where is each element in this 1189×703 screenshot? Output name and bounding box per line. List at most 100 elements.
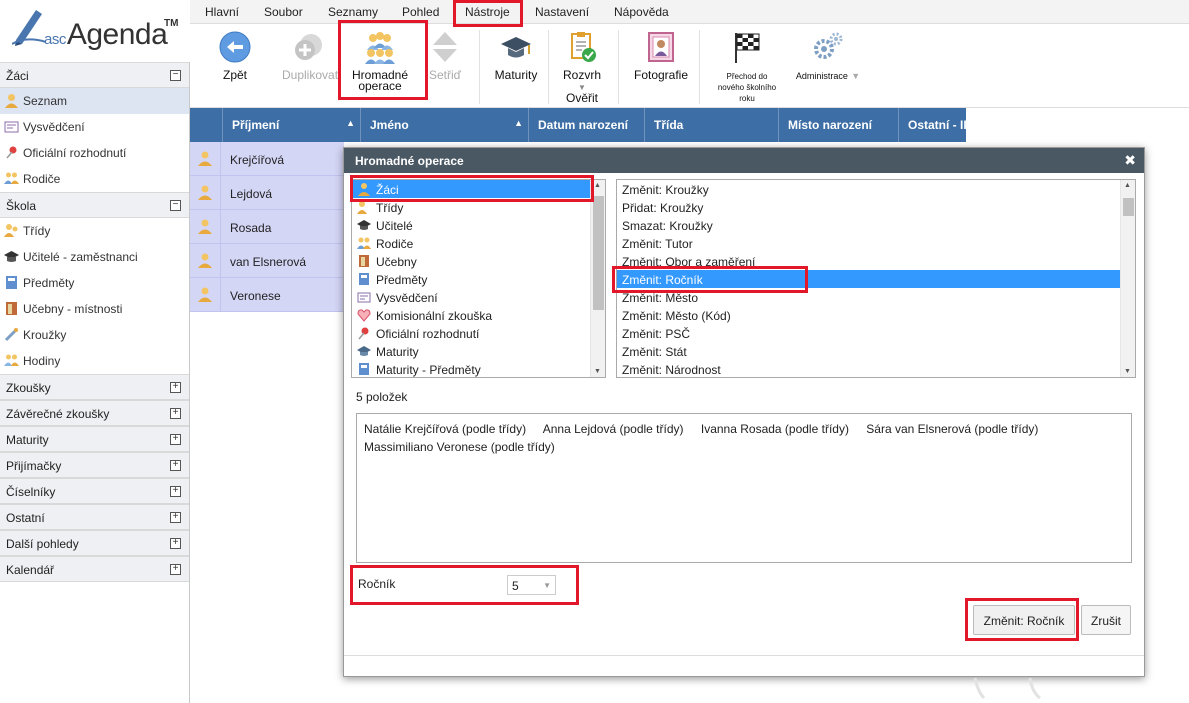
sidebar-item-rodice[interactable]: Rodiče bbox=[0, 166, 189, 192]
sidebar-item-vysvedceni[interactable]: Vysvědčení bbox=[0, 114, 189, 140]
table-row[interactable]: Veronese bbox=[190, 278, 344, 312]
menu-pohled[interactable]: Pohled bbox=[402, 5, 439, 19]
operation-list[interactable]: Změnit: Kroužky Přidat: Kroužky Smazat: … bbox=[616, 179, 1136, 378]
table-row[interactable]: Krejčířová bbox=[190, 142, 344, 176]
schedule-verify-button[interactable]: Rozvrh ▼ Ověřit bbox=[558, 30, 606, 104]
column-header-trida[interactable]: Třída bbox=[644, 108, 778, 142]
selected-students-box: Natálie Krejčířová (podle třídy) Anna Le… bbox=[356, 413, 1132, 563]
sort-button[interactable]: Setřiď bbox=[426, 30, 464, 81]
expand-icon[interactable]: + bbox=[170, 434, 181, 445]
expand-icon[interactable]: + bbox=[170, 486, 181, 497]
list-item[interactable]: Třídy bbox=[352, 198, 605, 216]
list-item[interactable]: Změnit: Město (Kód) bbox=[617, 306, 1135, 324]
expand-icon[interactable]: + bbox=[170, 382, 181, 393]
collapse-icon[interactable]: − bbox=[170, 70, 181, 81]
column-header-ostatni[interactable]: Ostatní - II bbox=[898, 108, 966, 142]
list-item[interactable]: Vysvědčení bbox=[352, 288, 605, 306]
list-item[interactable]: Žáci bbox=[352, 180, 605, 198]
close-icon[interactable]: ✖ bbox=[1124, 152, 1136, 169]
pin-icon bbox=[6, 146, 17, 159]
menu-nastaveni[interactable]: Nastavení bbox=[535, 5, 589, 19]
scrollbar[interactable]: ▲ ▼ bbox=[590, 180, 605, 377]
menu-nastroje[interactable]: Nástroje bbox=[465, 5, 510, 19]
list-item[interactable]: Změnit: Národnost bbox=[617, 360, 1135, 377]
expand-icon[interactable]: + bbox=[170, 512, 181, 523]
sidebar: Žáci − Seznam Vysvědčení Oficiální rozhod… bbox=[0, 62, 190, 703]
sidebar-item-oficialni-rozhodnuti[interactable]: Oficiální rozhodnutí bbox=[0, 140, 189, 166]
sidebar-item-ucitele[interactable]: Učitelé - zaměstnanci bbox=[0, 244, 189, 270]
list-item[interactable]: Předměty bbox=[352, 270, 605, 288]
list-item[interactable]: Změnit: Kroužky bbox=[617, 180, 1135, 198]
sidebar-section-zaci[interactable]: Žáci − bbox=[0, 62, 189, 88]
expand-icon[interactable]: + bbox=[170, 538, 181, 549]
entity-type-list[interactable]: Žáci Třídy Učitelé Rodiče Učebny Předmět… bbox=[351, 179, 606, 378]
sidebar-item-ucebny[interactable]: Učebny - místnosti bbox=[0, 296, 189, 322]
duplicate-icon bbox=[295, 34, 322, 60]
list-item[interactable]: Změnit: Ročník bbox=[617, 270, 1135, 288]
sidebar-item-krouzky[interactable]: Kroužky bbox=[0, 322, 189, 348]
expand-icon[interactable]: + bbox=[170, 460, 181, 471]
list-item[interactable]: Přidat: Kroužky bbox=[617, 198, 1135, 216]
list-item[interactable]: Maturity bbox=[352, 342, 605, 360]
classes-icon bbox=[357, 201, 367, 214]
grid-header: Příjmení ▲ Jméno ▲ Datum narození Třída Mí… bbox=[190, 108, 966, 142]
cancel-button[interactable]: Zrušit bbox=[1081, 605, 1131, 635]
table-row[interactable]: Rosada bbox=[190, 210, 344, 244]
selected-student: Sára van Elsnerová (podle třídy) bbox=[866, 422, 1039, 436]
list-item[interactable]: Učebny bbox=[352, 252, 605, 270]
table-row[interactable]: Lejdová bbox=[190, 176, 344, 210]
sidebar-section-dalsi-pohledy[interactable]: Další pohledy + bbox=[0, 530, 189, 556]
administration-button[interactable]: Administrace ▼ bbox=[790, 30, 866, 82]
sidebar-section-kalendar[interactable]: Kalendář + bbox=[0, 556, 189, 582]
duplicate-button[interactable]: Duplikovat bbox=[282, 30, 338, 81]
apply-change-grade-button[interactable]: Změnit: Ročník bbox=[973, 605, 1075, 635]
selected-student: Anna Lejdová (podle třídy) bbox=[542, 422, 684, 436]
sidebar-item-predmety[interactable]: Předměty bbox=[0, 270, 189, 296]
list-item[interactable]: Změnit: PSČ bbox=[617, 324, 1135, 342]
list-item[interactable]: Maturity - Předměty bbox=[352, 360, 605, 377]
list-item[interactable]: Oficiální rozhodnutí bbox=[352, 324, 605, 342]
menu-seznamy[interactable]: Seznamy bbox=[328, 5, 378, 19]
column-header-jmeno[interactable]: Jméno ▲ bbox=[360, 108, 528, 142]
sidebar-section-prijimacky[interactable]: Přijímačky + bbox=[0, 452, 189, 478]
sort-arrows-icon bbox=[433, 32, 457, 62]
sidebar-item-tridy[interactable]: Třídy bbox=[0, 218, 189, 244]
list-item[interactable]: Učitelé bbox=[352, 216, 605, 234]
column-header-prijmeni[interactable]: Příjmení ▲ bbox=[222, 108, 360, 142]
new-school-year-button[interactable]: Přechod do nového školního roku bbox=[709, 30, 785, 103]
sidebar-item-seznam[interactable]: Seznam bbox=[0, 88, 189, 114]
column-header-misto-narozeni[interactable]: Místo narození bbox=[778, 108, 898, 142]
list-item[interactable]: Rodiče bbox=[352, 234, 605, 252]
list-item[interactable]: Změnit: Město bbox=[617, 288, 1135, 306]
bulk-operations-button[interactable]: Hromadné operace bbox=[342, 30, 418, 92]
list-item[interactable]: Změnit: Obor a zaměření bbox=[617, 252, 1135, 270]
back-button[interactable]: Zpět bbox=[216, 30, 254, 81]
sidebar-section-zkousky[interactable]: Zkoušky + bbox=[0, 374, 189, 400]
graduation-cap-icon bbox=[357, 220, 371, 230]
collapse-icon[interactable]: − bbox=[170, 200, 181, 211]
expand-icon[interactable]: + bbox=[170, 408, 181, 419]
menu-soubor[interactable]: Soubor bbox=[264, 5, 303, 19]
menu-hlavni[interactable]: Hlavní bbox=[205, 5, 239, 19]
menu-napoveda[interactable]: Nápověda bbox=[614, 5, 669, 19]
scrollbar[interactable]: ▲ ▼ bbox=[1120, 180, 1135, 377]
sidebar-item-hodiny[interactable]: Hodiny bbox=[0, 348, 189, 374]
list-item[interactable]: Komisionální zkouška bbox=[352, 306, 605, 324]
maturity-button[interactable]: Maturity bbox=[492, 30, 540, 81]
photography-button[interactable]: Fotografie bbox=[632, 30, 690, 81]
sidebar-section-maturity[interactable]: Maturity + bbox=[0, 426, 189, 452]
list-item[interactable]: Změnit: Stát bbox=[617, 342, 1135, 360]
column-header-datum-narozeni[interactable]: Datum narození bbox=[528, 108, 644, 142]
list-item[interactable]: Změnit: Tutor bbox=[617, 234, 1135, 252]
sidebar-section-ostatni[interactable]: Ostatní + bbox=[0, 504, 189, 530]
pen-logo-icon bbox=[12, 10, 46, 46]
table-row[interactable]: van Elsnerová bbox=[190, 244, 344, 278]
student-icon bbox=[198, 219, 212, 234]
sidebar-section-skola[interactable]: Škola − bbox=[0, 192, 189, 218]
list-item[interactable]: Smazat: Kroužky bbox=[617, 216, 1135, 234]
clipboard-check-icon bbox=[571, 32, 596, 62]
sidebar-section-zaverecne-zkousky[interactable]: Závěrečné zkoušky + bbox=[0, 400, 189, 426]
grade-select[interactable]: 5 ▼ bbox=[507, 575, 556, 595]
sidebar-section-ciselniky[interactable]: Číselníky + bbox=[0, 478, 189, 504]
expand-icon[interactable]: + bbox=[170, 564, 181, 575]
